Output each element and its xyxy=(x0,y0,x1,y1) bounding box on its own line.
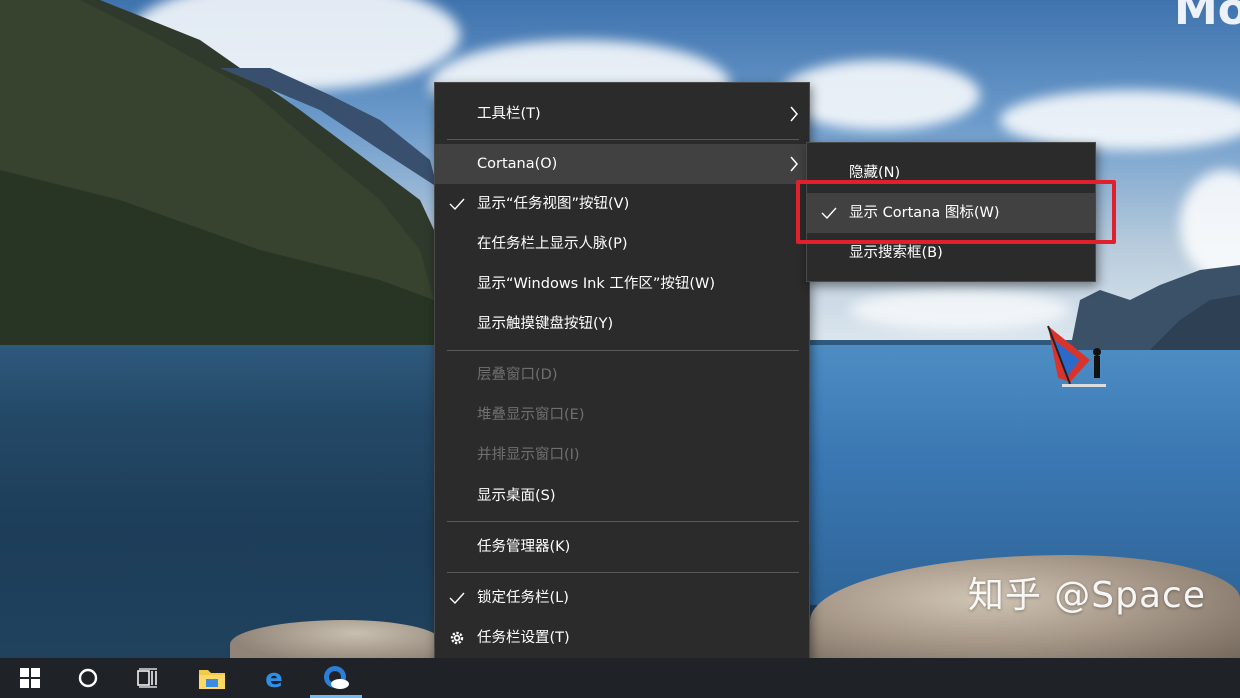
menu-item-label: 在任务栏上显示人脉(P) xyxy=(477,236,628,252)
menu-item-side-by-side: 并排显示窗口(I) xyxy=(435,435,809,475)
windows-start-icon xyxy=(20,668,40,688)
menu-item-cascade-windows: 层叠窗口(D) xyxy=(435,355,809,395)
watermark: 知乎 @Space xyxy=(967,575,1206,616)
separator xyxy=(447,572,799,573)
menu-item-label: Cortana(O) xyxy=(477,156,558,172)
menu-item-show-task-view[interactable]: 显示“任务视图”按钮(V) xyxy=(435,184,809,224)
menu-item-show-windows-ink[interactable]: 显示“Windows Ink 工作区”按钮(W) xyxy=(435,264,809,304)
menu-item-lock-taskbar[interactable]: 锁定任务栏(L) xyxy=(435,578,809,618)
task-view-button[interactable] xyxy=(118,658,178,698)
menu-item-label: 显示“Windows Ink 工作区”按钮(W) xyxy=(477,276,715,292)
photos-app-icon xyxy=(324,666,349,689)
menu-item-label: 显示触摸键盘按钮(Y) xyxy=(477,316,614,332)
photos-app-button[interactable] xyxy=(306,658,366,698)
start-button[interactable] xyxy=(0,658,60,698)
menu-item-label: 任务管理器(K) xyxy=(477,539,571,555)
menu-item-cortana[interactable]: Cortana(O) xyxy=(435,144,809,184)
file-explorer-icon xyxy=(199,670,225,689)
menu-item-label: 显示搜索框(B) xyxy=(849,245,943,261)
red-highlight-annotation xyxy=(796,180,1116,244)
menu-item-stack-windows: 堆叠显示窗口(E) xyxy=(435,395,809,435)
separator xyxy=(447,139,799,140)
gear-icon xyxy=(448,618,466,658)
chevron-right-icon xyxy=(789,94,799,134)
menu-item-label: 并排显示窗口(I) xyxy=(477,447,580,463)
edge-icon: e xyxy=(265,665,283,691)
menu-item-task-manager[interactable]: 任务管理器(K) xyxy=(435,527,809,567)
menu-item-show-people[interactable]: 在任务栏上显示人脉(P) xyxy=(435,224,809,264)
chevron-right-icon xyxy=(789,144,799,184)
cortana-button[interactable] xyxy=(58,658,118,698)
file-explorer-button[interactable] xyxy=(182,658,242,698)
wallpaper-corner-text: Mo xyxy=(1173,0,1240,35)
windsurfer xyxy=(1047,325,1106,387)
menu-item-label: 层叠窗口(D) xyxy=(477,367,558,383)
taskbar: e xyxy=(0,658,1240,698)
cortana-icon xyxy=(78,668,98,688)
taskbar-context-menu: 工具栏(T) Cortana(O) 显示“任务视图”按钮(V) 在任务栏上显示人… xyxy=(434,82,810,666)
edge-button[interactable]: e xyxy=(244,658,304,698)
menu-item-label: 任务栏设置(T) xyxy=(477,630,570,646)
menu-item-toolbars[interactable]: 工具栏(T) xyxy=(435,94,809,134)
menu-item-label: 堆叠显示窗口(E) xyxy=(477,407,585,423)
menu-item-label: 显示“任务视图”按钮(V) xyxy=(477,196,630,212)
separator xyxy=(447,521,799,522)
menu-item-taskbar-settings[interactable]: 任务栏设置(T) xyxy=(435,618,809,658)
menu-item-show-desktop[interactable]: 显示桌面(S) xyxy=(435,476,809,516)
task-view-icon xyxy=(137,668,157,688)
menu-item-label: 工具栏(T) xyxy=(477,106,541,122)
checkmark-icon xyxy=(448,578,466,618)
separator xyxy=(447,350,799,351)
menu-item-show-touch-keyboard[interactable]: 显示触摸键盘按钮(Y) xyxy=(435,304,809,344)
menu-item-label: 锁定任务栏(L) xyxy=(477,590,569,606)
svg-text:e: e xyxy=(265,665,283,691)
menu-item-label: 隐藏(N) xyxy=(849,165,901,181)
checkmark-icon xyxy=(448,184,466,224)
menu-item-label: 显示桌面(S) xyxy=(477,488,556,504)
